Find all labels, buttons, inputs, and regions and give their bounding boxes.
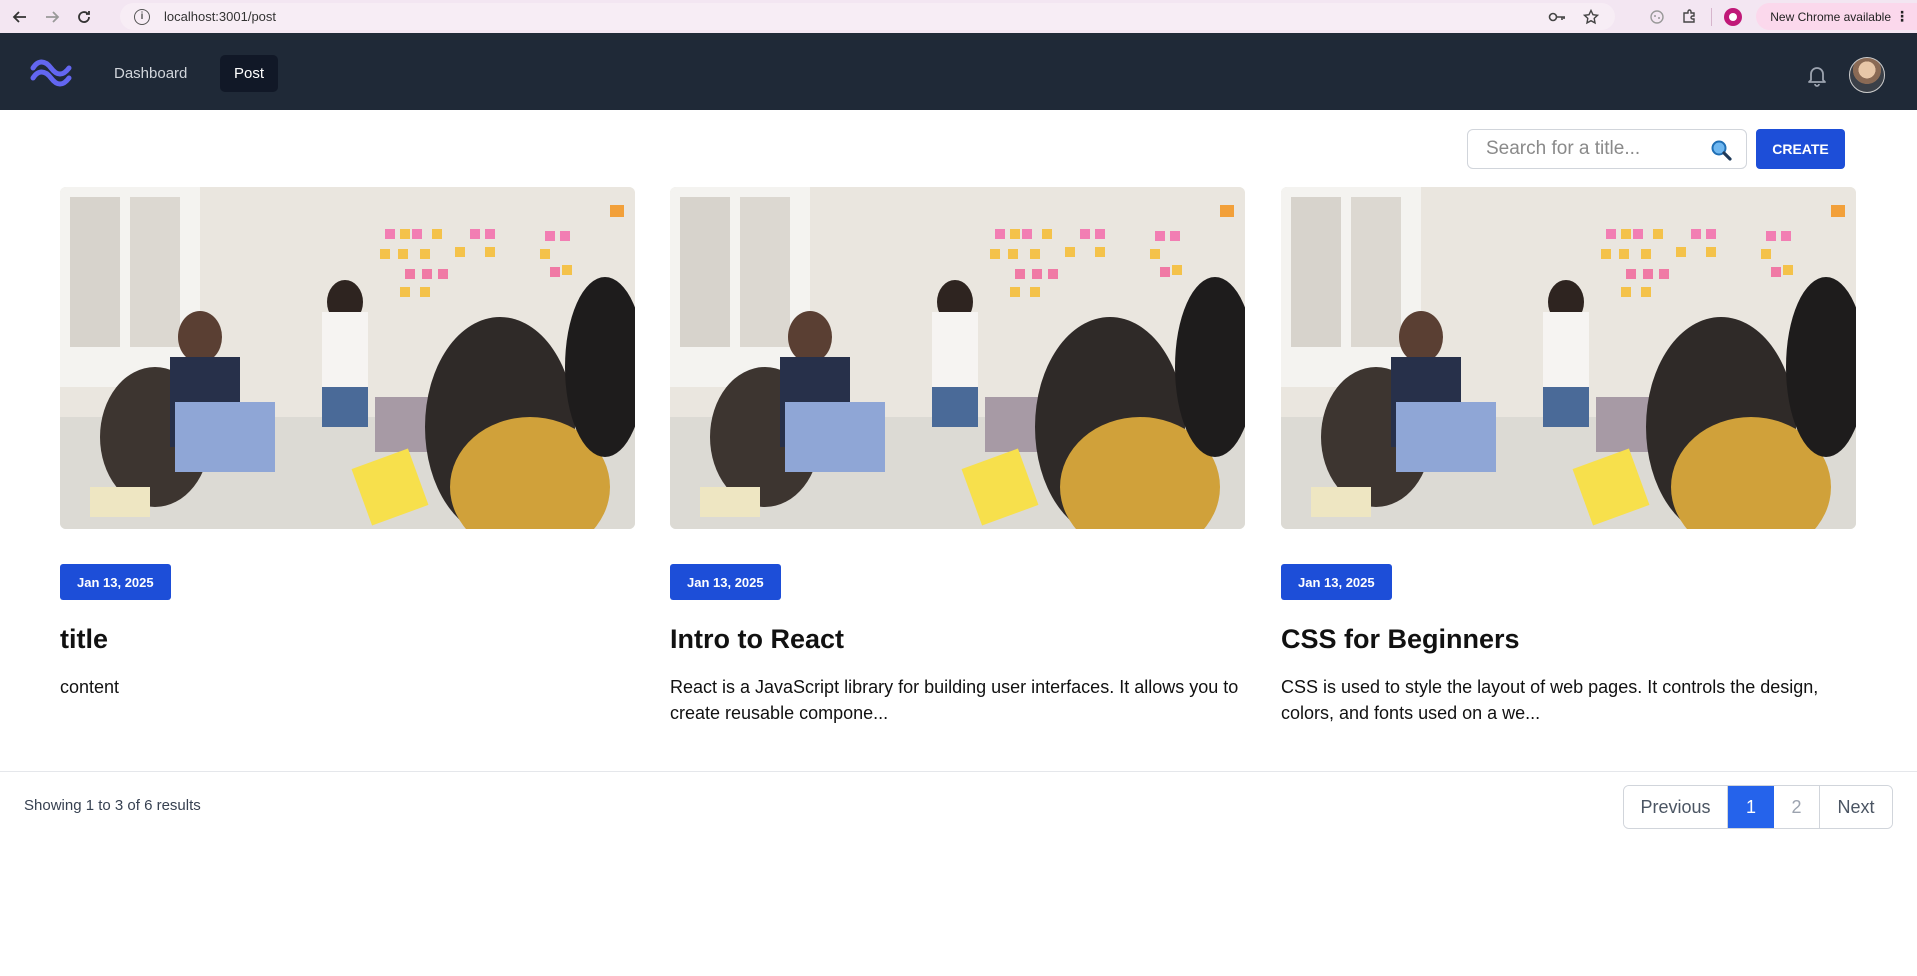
post-title[interactable]: Intro to React <box>670 624 844 655</box>
back-arrow-icon[interactable] <box>8 5 32 29</box>
browser-toolbar: i localhost:3001/post New Chrome availab… <box>0 0 1917 33</box>
post-excerpt: React is a JavaScript library for buildi… <box>670 677 1239 723</box>
post-excerpt: CSS is used to style the layout of web p… <box>1281 677 1819 723</box>
page-1-button[interactable]: 1 <box>1728 786 1774 828</box>
pagination: Previous 1 2 Next <box>1623 785 1893 829</box>
extensions-puzzle-icon[interactable] <box>1679 7 1699 27</box>
post-date-badge: Jan 13, 2025 <box>670 564 781 600</box>
bookmark-star-icon[interactable] <box>1581 7 1601 27</box>
profile-avatar-icon[interactable] <box>1724 7 1743 26</box>
post-card[interactable]: Jan 13, 2025 Intro to React React is a J… <box>670 187 1245 723</box>
bell-icon[interactable] <box>1804 62 1830 88</box>
user-avatar[interactable] <box>1849 57 1885 93</box>
reload-icon[interactable] <box>72 5 96 29</box>
toolbar-divider <box>1711 7 1713 26</box>
browser-right-controls: New Chrome available ⋮ <box>1647 0 1917 33</box>
address-bar[interactable]: i localhost:3001/post <box>120 3 1615 30</box>
site-info-icon[interactable]: i <box>134 8 150 25</box>
previous-page-button[interactable]: Previous <box>1624 786 1728 828</box>
post-date-badge: Jan 13, 2025 <box>60 564 171 600</box>
app-navbar: Dashboard Post <box>0 33 1917 110</box>
search-icon[interactable] <box>1710 139 1732 161</box>
address-url: localhost:3001/post <box>164 9 277 24</box>
post-card[interactable]: Jan 13, 2025 title content <box>60 187 635 697</box>
post-image <box>60 187 635 529</box>
results-summary: Showing 1 to 3 of 6 results <box>24 797 201 814</box>
extension-cookie-icon[interactable] <box>1647 7 1667 27</box>
next-page-button[interactable]: Next <box>1820 786 1892 828</box>
page-2-button[interactable]: 2 <box>1774 786 1820 828</box>
new-chrome-available-button[interactable]: New Chrome available ⋮ <box>1756 3 1917 30</box>
search-container <box>1467 129 1747 169</box>
more-menu-icon[interactable]: ⋮ <box>1895 8 1909 25</box>
tailwind-logo-icon[interactable] <box>30 55 72 87</box>
footer-divider <box>0 771 1917 772</box>
search-input[interactable] <box>1468 130 1698 168</box>
post-image <box>1281 187 1856 529</box>
post-card[interactable]: Jan 13, 2025 CSS for Beginners CSS is us… <box>1281 187 1856 723</box>
post-excerpt: content <box>60 677 120 697</box>
nav-dashboard[interactable]: Dashboard <box>100 55 201 92</box>
post-title[interactable]: CSS for Beginners <box>1281 624 1520 655</box>
create-button[interactable]: CREATE <box>1756 129 1845 169</box>
forward-arrow-icon[interactable] <box>40 5 64 29</box>
post-image <box>670 187 1245 529</box>
post-date-badge: Jan 13, 2025 <box>1281 564 1392 600</box>
password-key-icon[interactable] <box>1547 7 1567 27</box>
post-title[interactable]: title <box>60 624 108 655</box>
new-chrome-label: New Chrome available <box>1770 9 1891 24</box>
nav-post[interactable]: Post <box>220 55 279 92</box>
